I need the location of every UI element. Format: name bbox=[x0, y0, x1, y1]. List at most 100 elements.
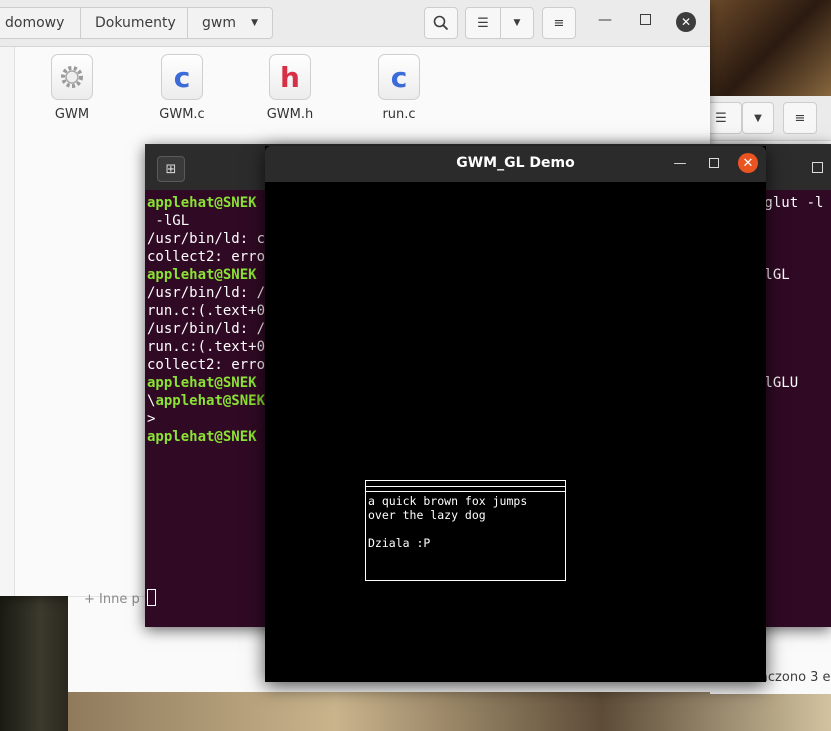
view-options-button[interactable]: ▼ bbox=[500, 7, 534, 39]
chevron-down-icon: ▼ bbox=[754, 112, 762, 124]
breadcrumb-label: domowy bbox=[5, 15, 65, 31]
terminal-prompt: applehat@SNEK bbox=[155, 393, 266, 409]
breadcrumb-label: gwm bbox=[202, 15, 236, 31]
gwm-widget-window[interactable]: a quick brown fox jumps over the lazy do… bbox=[365, 480, 566, 581]
hamburger-menu-icon: ≡ bbox=[553, 15, 565, 31]
close-icon: ✕ bbox=[742, 155, 754, 171]
file-label: GWM.h bbox=[266, 107, 314, 122]
other-places-item[interactable]: + Inne p bbox=[84, 592, 140, 607]
terminal-line: > bbox=[147, 410, 265, 428]
maximize-button[interactable] bbox=[704, 153, 724, 173]
breadcrumb-label: Dokumenty bbox=[95, 15, 176, 31]
terminal-text: run.c:(.text+0 bbox=[147, 339, 266, 355]
terminal-text: run.c:(.text+0 bbox=[147, 303, 266, 319]
file-label: GWM bbox=[54, 107, 90, 122]
menu-button[interactable]: ≡ bbox=[783, 102, 817, 134]
terminal-prompt: applehat@SNEK bbox=[147, 195, 257, 211]
terminal-text: -lGL bbox=[147, 213, 190, 229]
file-glyph: c bbox=[173, 60, 191, 94]
other-places-label: Inne p bbox=[99, 592, 140, 607]
hamburger-menu-icon: ≡ bbox=[794, 110, 806, 126]
gwm-titlebar-line bbox=[366, 486, 565, 487]
terminal-line: /usr/bin/ld: c bbox=[147, 230, 265, 248]
terminal-line: collect2: erro bbox=[147, 356, 265, 374]
maximize-button[interactable] bbox=[640, 14, 651, 25]
terminal-line: run.c:(.text+0 bbox=[147, 302, 265, 320]
file-item-run-c[interactable]: c run.c bbox=[359, 54, 439, 122]
file-manager-back-headerbar: ☰ ▼ ≡ bbox=[700, 96, 831, 141]
terminal-output[interactable]: applehat@SNEK -lGL/usr/bin/ld: c collect2… bbox=[147, 194, 265, 446]
executable-gear-icon bbox=[51, 54, 93, 100]
terminal-line: eglut -l bbox=[756, 195, 824, 211]
file-item-gwm[interactable]: GWM bbox=[32, 54, 112, 122]
terminal-line: collect2: erro bbox=[147, 248, 265, 266]
desktop-wallpaper-left bbox=[0, 590, 68, 731]
close-button[interactable]: ✕ bbox=[738, 153, 758, 173]
list-view-icon: ☰ bbox=[477, 15, 489, 31]
file-item-gwm-c[interactable]: c GWM.c bbox=[142, 54, 222, 122]
breadcrumb-gwm[interactable]: gwm ▼ bbox=[187, 7, 273, 39]
c-source-file-icon: c bbox=[378, 54, 420, 100]
sidebar bbox=[0, 47, 15, 596]
close-button[interactable]: ✕ bbox=[676, 12, 696, 32]
close-icon: ✕ bbox=[680, 15, 692, 29]
new-tab-icon: ⊞ bbox=[165, 161, 177, 177]
minimize-button[interactable]: — bbox=[598, 12, 612, 28]
breadcrumb-documents[interactable]: Dokumenty bbox=[80, 7, 188, 39]
file-item-gwm-h[interactable]: h GWM.h bbox=[250, 54, 330, 122]
terminal-text: /usr/bin/ld: / bbox=[147, 285, 266, 301]
maximize-icon bbox=[709, 158, 719, 168]
view-options-button[interactable]: ▼ bbox=[742, 102, 774, 134]
window-title: GWM_GL Demo bbox=[456, 155, 575, 171]
c-header-file-icon: h bbox=[269, 54, 311, 100]
terminal-text: collect2: erro bbox=[147, 357, 266, 373]
terminal-text: /usr/bin/ld: c bbox=[147, 231, 266, 247]
plus-icon: + bbox=[84, 592, 95, 607]
gwm-titlebar-line bbox=[366, 491, 565, 492]
file-glyph: h bbox=[280, 60, 300, 94]
menu-button[interactable]: ≡ bbox=[542, 7, 576, 39]
c-source-file-icon: c bbox=[161, 54, 203, 100]
new-tab-button[interactable]: ⊞ bbox=[157, 156, 185, 182]
terminal-line: applehat@SNEK bbox=[147, 266, 265, 284]
chevron-down-icon: ▼ bbox=[251, 18, 258, 28]
terminal-line: applehat@SNEK bbox=[147, 428, 265, 446]
view-list-button[interactable]: ☰ bbox=[465, 7, 501, 39]
minimize-button[interactable]: — bbox=[670, 153, 690, 173]
terminal-prompt: applehat@SNEK bbox=[147, 267, 257, 283]
desktop-wallpaper-right bbox=[710, 0, 831, 100]
terminal-prompt: applehat@SNEK bbox=[147, 429, 257, 445]
terminal-line: applehat@SNEK bbox=[147, 374, 265, 392]
minimize-icon: — bbox=[673, 155, 687, 171]
breadcrumb-home[interactable]: domowy bbox=[0, 7, 82, 39]
file-manager-headerbar: domowy Dokumenty gwm ▼ ☰ ▼ ≡ — ✕ bbox=[0, 0, 710, 47]
terminal-line: applehat@SNEK bbox=[147, 194, 265, 212]
search-button[interactable] bbox=[424, 7, 458, 39]
terminal-line: \applehat@SNEK bbox=[147, 393, 266, 409]
minimize-icon: — bbox=[598, 12, 612, 28]
terminal-line: -lGL bbox=[756, 267, 790, 283]
maximize-button[interactable] bbox=[812, 162, 823, 173]
search-icon bbox=[433, 15, 449, 31]
gl-demo-window[interactable]: GWM_GL Demo — ✕ a quick brown fox jumps … bbox=[265, 146, 766, 682]
list-view-icon: ☰ bbox=[715, 110, 727, 126]
file-label: GWM.c bbox=[159, 107, 205, 122]
gwm-widget-text: a quick brown fox jumps over the lazy do… bbox=[368, 494, 528, 550]
terminal-prompt: applehat@SNEK bbox=[147, 375, 257, 391]
terminal-cursor bbox=[147, 589, 156, 606]
file-label: run.c bbox=[382, 107, 416, 122]
terminal-text: > bbox=[147, 411, 156, 427]
terminal-line: run.c:(.text+0 bbox=[147, 338, 265, 356]
gl-demo-headerbar: GWM_GL Demo — ✕ bbox=[265, 146, 766, 182]
terminal-line: -lGLU bbox=[756, 375, 799, 391]
desktop-wallpaper-floor bbox=[68, 690, 831, 731]
terminal-output-right: eglut -l -lGL -lGLU bbox=[756, 194, 823, 392]
terminal-line: /usr/bin/ld: / bbox=[147, 320, 265, 338]
